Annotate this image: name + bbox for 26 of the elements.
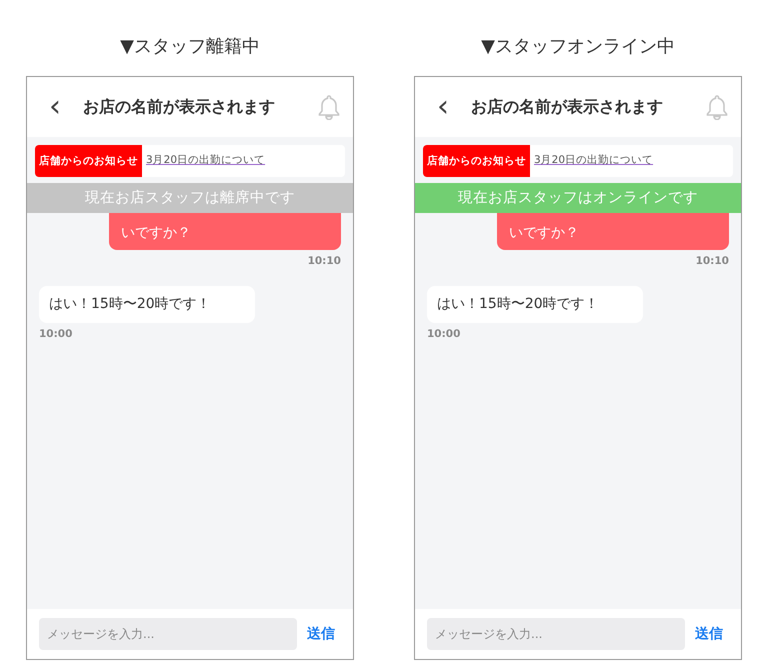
bell-icon[interactable] bbox=[317, 94, 341, 120]
message-input[interactable]: メッセージを入力... bbox=[427, 618, 685, 650]
received-message: はい！15時〜20時です！ bbox=[39, 286, 255, 323]
shop-title: お店の名前が表示されます bbox=[471, 96, 664, 118]
sent-message: いですか？ bbox=[497, 213, 729, 250]
sent-message: いですか？ bbox=[109, 213, 341, 250]
message-time: 10:00 bbox=[39, 326, 72, 342]
send-button[interactable]: 送信 bbox=[307, 624, 341, 644]
status-banner: 現在お店スタッフはオンラインです bbox=[415, 183, 741, 213]
received-message: はい！15時〜20時です！ bbox=[427, 286, 643, 323]
message-input[interactable]: メッセージを入力... bbox=[39, 618, 297, 650]
notice-link[interactable]: 3月20日の出勤について bbox=[146, 153, 266, 169]
notice-tag: 店舗からのお知らせ bbox=[423, 145, 530, 177]
bell-icon[interactable] bbox=[705, 94, 729, 120]
screen-caption: ▼スタッフ離籍中 bbox=[120, 35, 260, 59]
send-button[interactable]: 送信 bbox=[695, 624, 729, 644]
shop-title: お店の名前が表示されます bbox=[83, 96, 276, 118]
message-time: 10:10 bbox=[696, 254, 729, 269]
message-time: 10:00 bbox=[427, 326, 460, 342]
status-banner: 現在お店スタッフは離席中です bbox=[27, 183, 353, 213]
screen-caption: ▼スタッフオンライン中 bbox=[481, 35, 675, 59]
back-button[interactable]: ‹ bbox=[431, 92, 455, 122]
notice-link[interactable]: 3月20日の出勤について bbox=[534, 153, 654, 169]
back-button[interactable]: ‹ bbox=[43, 92, 67, 122]
notice-tag: 店舗からのお知らせ bbox=[35, 145, 142, 177]
message-time: 10:10 bbox=[308, 254, 341, 269]
